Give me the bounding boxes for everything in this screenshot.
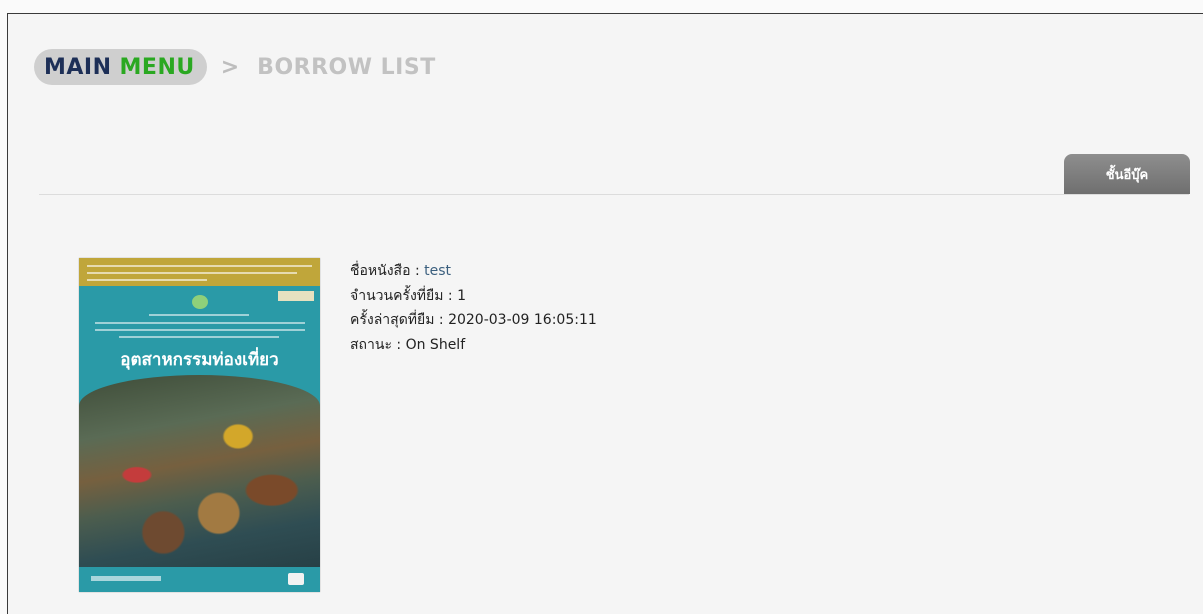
book-name-value[interactable]: test bbox=[424, 263, 451, 279]
main-menu-button[interactable]: MAIN MENU bbox=[34, 49, 207, 85]
cover-subtitle-line bbox=[149, 314, 249, 316]
breadcrumb-current-page: BORROW LIST bbox=[257, 54, 436, 80]
cover-logo-icon bbox=[192, 295, 208, 309]
borrow-count-row: จำนวนครั้งที่ยืม : 1 bbox=[350, 284, 597, 309]
tab-ebook-shelf[interactable]: ชั้นอีบุ๊ค bbox=[1064, 154, 1190, 194]
cover-photo-floating-market bbox=[79, 375, 320, 567]
last-borrow-value: 2020-03-09 16:05:11 bbox=[448, 312, 597, 328]
cover-code-box bbox=[278, 291, 314, 301]
status-row: สถานะ : On Shelf bbox=[350, 333, 597, 358]
last-borrow-label: ครั้งล่าสุดที่ยืม : bbox=[350, 312, 444, 328]
cover-badge bbox=[288, 573, 304, 585]
main-menu-word-main: MAIN bbox=[44, 54, 112, 80]
cover-title: อุตสาหกรรมท่องเที่ยว bbox=[120, 350, 279, 370]
borrow-count-label: จำนวนครั้งที่ยืม : bbox=[350, 287, 453, 304]
cover-subtitle-line bbox=[95, 329, 305, 331]
breadcrumb: MAIN MENU > BORROW LIST bbox=[34, 49, 436, 85]
cover-bottom-band bbox=[79, 567, 320, 592]
book-name-label: ชื่อหนังสือ : bbox=[350, 263, 420, 279]
cover-top-band bbox=[79, 258, 320, 286]
book-name-row: ชื่อหนังสือ : test bbox=[350, 259, 597, 284]
main-menu-word-menu: MENU bbox=[119, 54, 195, 80]
book-cover-image[interactable]: อุตสาหกรรมท่องเที่ยว bbox=[79, 258, 320, 592]
cover-subtitle-line bbox=[95, 322, 305, 324]
book-info: ชื่อหนังสือ : test จำนวนครั้งที่ยืม : 1 … bbox=[350, 259, 597, 357]
breadcrumb-separator: > bbox=[220, 54, 240, 80]
cover-author-line bbox=[91, 576, 161, 581]
section-divider bbox=[39, 194, 1189, 195]
borrow-count-value: 1 bbox=[457, 287, 466, 304]
status-label: สถานะ : bbox=[350, 336, 402, 353]
status-value: On Shelf bbox=[405, 336, 466, 353]
cover-subtitle-line bbox=[119, 336, 279, 338]
last-borrow-row: ครั้งล่าสุดที่ยืม : 2020-03-09 16:05:11 bbox=[350, 308, 597, 333]
